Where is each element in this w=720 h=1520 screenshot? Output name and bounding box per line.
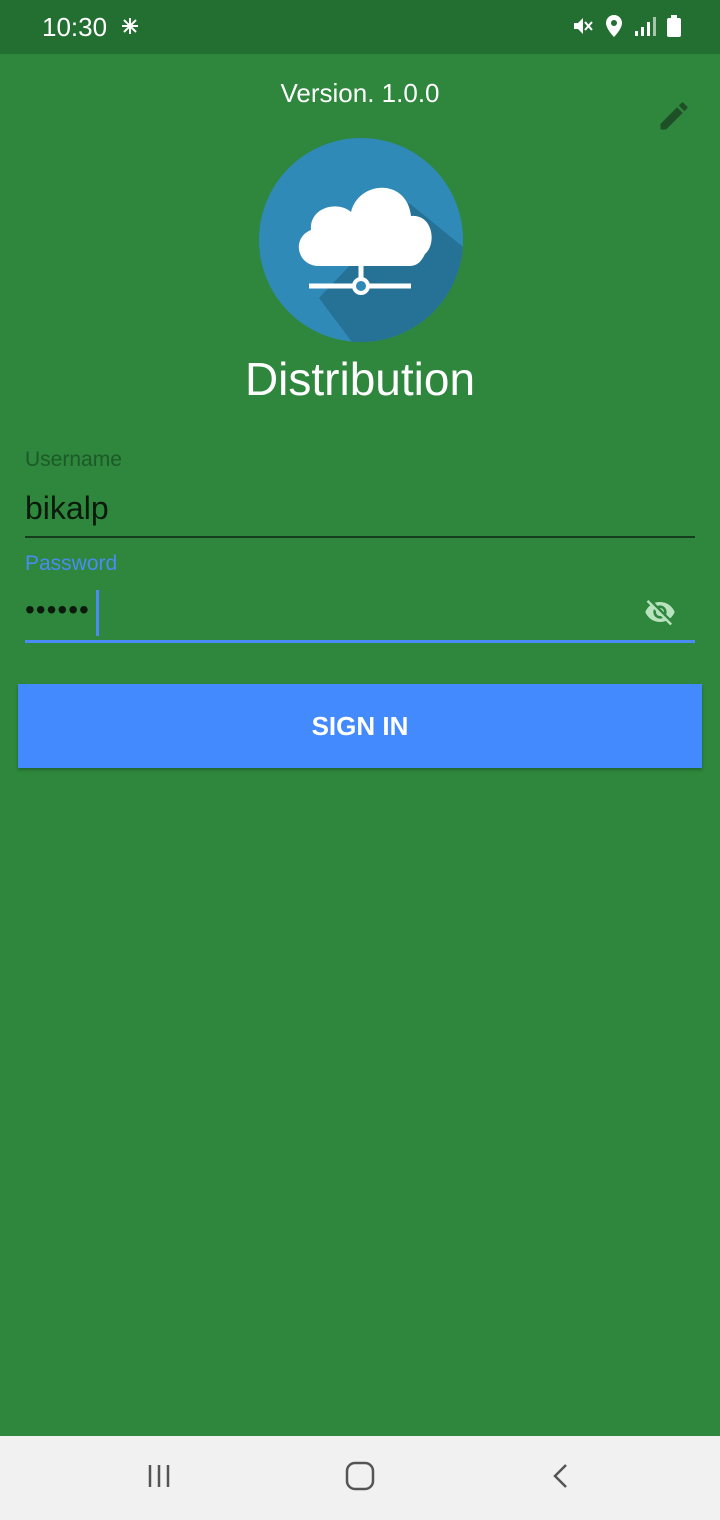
cloud-network-icon [259, 138, 463, 342]
app-logo [259, 138, 463, 342]
location-pin-icon [604, 14, 624, 38]
password-field[interactable]: •••••• [25, 594, 90, 626]
username-label: Username [25, 448, 122, 471]
status-icons [570, 14, 682, 38]
back-button[interactable] [540, 1456, 584, 1500]
visibility-off-icon [644, 596, 676, 633]
recent-apps-icon [145, 1462, 173, 1495]
recent-apps-button[interactable] [137, 1456, 181, 1500]
password-visibility-toggle[interactable] [640, 594, 680, 634]
sign-in-label: SIGN IN [311, 710, 409, 741]
status-notification-icon [120, 16, 140, 41]
status-bar: 10:30 [0, 0, 720, 54]
password-underline [25, 640, 695, 643]
battery-icon [666, 14, 682, 38]
signal-icon [634, 15, 656, 37]
text-cursor [96, 590, 99, 636]
edit-button[interactable] [652, 96, 696, 140]
password-label: Password [25, 552, 118, 575]
home-icon [344, 1460, 376, 1497]
navigation-bar [0, 1436, 720, 1520]
sign-in-button[interactable]: SIGN IN [18, 684, 702, 768]
home-button[interactable] [338, 1456, 382, 1500]
username-field[interactable]: bikalp [25, 490, 109, 527]
version-text: Version. 1.0.0 [280, 78, 440, 108]
vibrate-mute-icon [570, 14, 594, 38]
username-underline [25, 536, 695, 538]
status-time: 10:30 [42, 12, 108, 42]
app-name: Distribution [244, 353, 476, 405]
pencil-icon [656, 98, 692, 139]
back-icon [548, 1462, 576, 1495]
